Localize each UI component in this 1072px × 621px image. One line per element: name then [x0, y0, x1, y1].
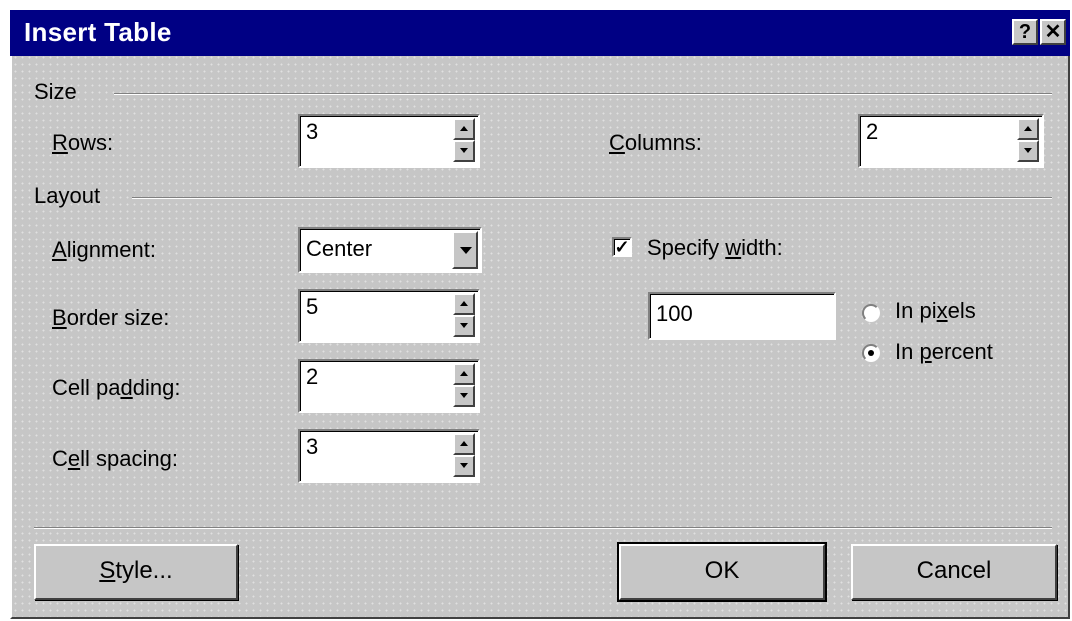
columns-spin-up[interactable]: [1017, 118, 1039, 140]
padding-text-a: Cell pa: [52, 375, 121, 400]
specify-width-label: Specify width:: [647, 235, 783, 261]
rows-value: 3: [306, 119, 319, 144]
border-size-value: 5: [306, 294, 319, 319]
padding-text-b: ding:: [132, 375, 181, 400]
columns-spin-down[interactable]: [1017, 140, 1039, 162]
specify-width-checkbox[interactable]: ✓: [612, 237, 632, 257]
border-spin-up[interactable]: [453, 293, 475, 315]
close-button[interactable]: ✕: [1040, 19, 1066, 45]
percent-text-a: In: [895, 339, 920, 364]
arrow-down-icon: [1024, 148, 1032, 153]
layout-group-label: Layout: [34, 183, 101, 208]
rows-label-text: ows:: [67, 130, 114, 155]
width-value: 100: [656, 301, 693, 326]
alignment-hotkey: A: [52, 237, 67, 262]
border-size-spinner[interactable]: [453, 293, 475, 339]
arrow-up-icon: [460, 126, 468, 131]
cancel-button[interactable]: Cancel: [851, 544, 1057, 600]
percent-hotkey: p: [919, 339, 932, 364]
specify-width-text-a: Specify: [647, 235, 726, 260]
help-button[interactable]: ?: [1012, 19, 1038, 45]
radio-selected-dot: [868, 350, 874, 356]
arrow-up-icon: [1024, 126, 1032, 131]
spacing-spin-up[interactable]: [453, 433, 475, 455]
border-label-text: order size:: [66, 305, 170, 330]
alignment-value: Center: [306, 236, 373, 261]
close-icon: ✕: [1044, 21, 1062, 43]
spacing-spin-down[interactable]: [453, 455, 475, 477]
padding-spin-up[interactable]: [453, 363, 475, 385]
rows-spin-down[interactable]: [453, 140, 475, 162]
cell-spacing-spinner[interactable]: [453, 433, 475, 479]
arrow-down-icon: [460, 463, 468, 468]
alignment-label: Alignment:: [52, 237, 156, 263]
layout-group-divider: [132, 197, 1052, 199]
size-group-divider: [114, 93, 1052, 95]
checkmark-icon: ✓: [614, 237, 630, 257]
arrow-down-icon: [460, 393, 468, 398]
dialog-title: Insert Table: [24, 17, 172, 47]
border-hotkey: B: [52, 305, 67, 330]
cell-padding-value: 2: [306, 364, 319, 389]
columns-label: Columns:: [609, 130, 702, 156]
padding-hotkey: d: [120, 375, 133, 400]
cell-padding-label: Cell padding:: [52, 375, 180, 401]
style-button[interactable]: Style...: [34, 544, 238, 600]
rows-hotkey: R: [52, 130, 68, 155]
border-size-label: Border size:: [52, 305, 169, 331]
button-row-divider: [34, 527, 1052, 529]
columns-label-text: olumns:: [624, 130, 702, 155]
alignment-label-text: lignment:: [66, 237, 156, 262]
arrow-up-icon: [460, 301, 468, 306]
specify-width-hotkey: w: [725, 235, 742, 260]
spacing-text-b: ll spacing:: [80, 446, 178, 471]
cell-spacing-label: Cell spacing:: [52, 446, 178, 472]
arrow-up-icon: [460, 441, 468, 446]
spacing-text-a: C: [52, 446, 68, 471]
ok-button[interactable]: OK: [617, 542, 827, 602]
padding-spin-down[interactable]: [453, 385, 475, 407]
cell-padding-spinner[interactable]: [453, 363, 475, 409]
in-percent-radio[interactable]: [862, 344, 880, 362]
rows-spinner[interactable]: [453, 118, 475, 164]
pixels-text-b: els: [947, 298, 976, 323]
arrow-down-icon: [460, 323, 468, 328]
in-pixels-label: In pixels: [895, 298, 976, 324]
columns-value: 2: [866, 119, 879, 144]
in-percent-label: In percent: [895, 339, 993, 365]
rows-spin-up[interactable]: [453, 118, 475, 140]
alignment-dropdown-button[interactable]: [452, 231, 478, 269]
arrow-down-icon: [460, 148, 468, 153]
pixels-text-a: In pi: [895, 298, 937, 323]
title-bar: Insert Table ? ✕: [10, 10, 1070, 56]
style-hotkey: S: [99, 557, 116, 584]
cell-spacing-value: 3: [306, 434, 319, 459]
rows-label: Rows:: [52, 130, 113, 156]
style-button-text: tyle...: [115, 557, 173, 584]
width-input[interactable]: 100: [648, 292, 836, 340]
percent-text-b: ercent: [931, 339, 993, 364]
pixels-hotkey: x: [936, 298, 948, 323]
size-group-label: Size: [34, 79, 77, 104]
columns-spinner[interactable]: [1017, 118, 1039, 164]
arrow-up-icon: [460, 371, 468, 376]
spacing-hotkey: e: [67, 446, 81, 471]
chevron-down-icon: [460, 247, 472, 254]
specify-width-text-b: idth:: [741, 235, 783, 260]
columns-hotkey: C: [609, 130, 625, 155]
border-spin-down[interactable]: [453, 315, 475, 337]
in-pixels-radio[interactable]: [862, 304, 880, 322]
